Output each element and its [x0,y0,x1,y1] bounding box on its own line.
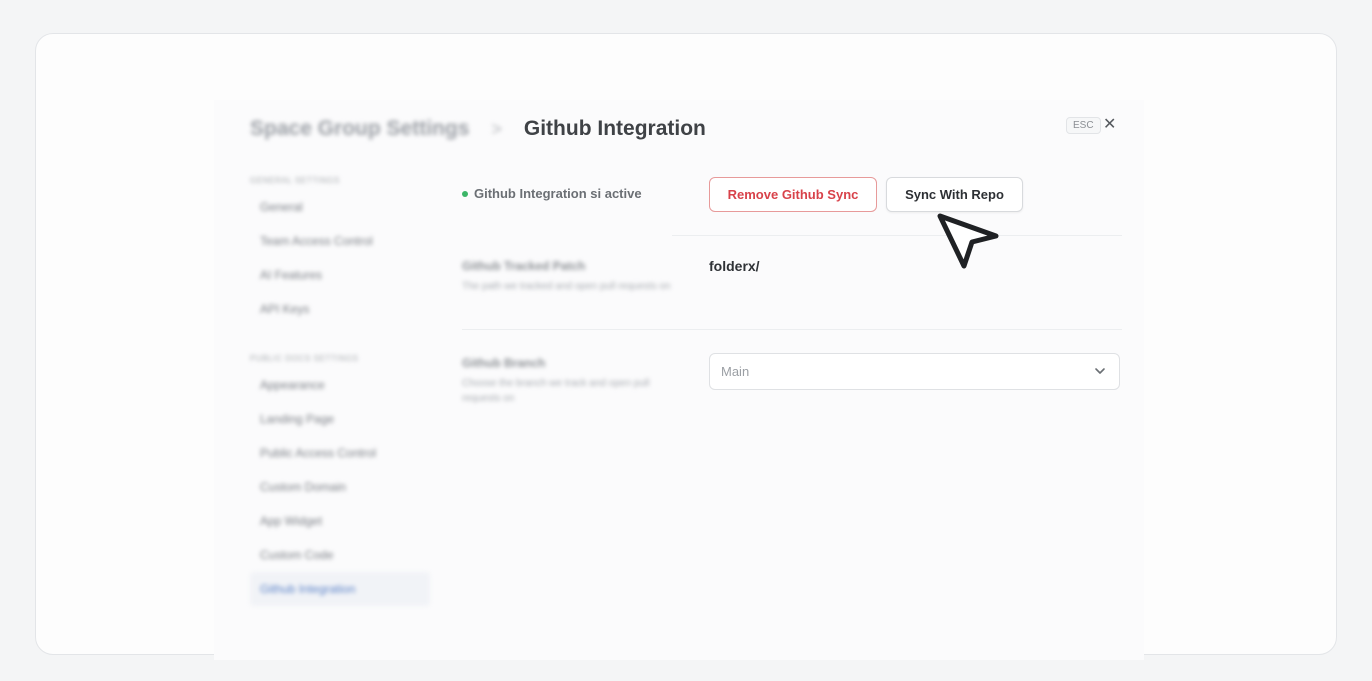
sidebar-item-custom-code[interactable]: Custom Code [250,538,430,572]
sidebar-item-ai-features[interactable]: AI Features [250,258,430,292]
integration-status: Github Integration si active [462,186,642,201]
sidebar-item-custom-domain[interactable]: Custom Domain [250,470,430,504]
sync-with-repo-button[interactable]: Sync With Repo [886,177,1023,212]
sidebar-heading-public-docs: PUBLIC DOCS SETTINGS [250,354,359,363]
sidebar-item-general[interactable]: General [250,190,430,224]
page-title: Github Integration [523,117,706,140]
chevron-down-icon [1095,368,1105,374]
sidebar-item-landing-page[interactable]: Landing Page [250,402,430,436]
esc-hint: ESC [1066,117,1101,134]
mouse-pointer-icon [937,213,999,269]
divider [672,235,1122,236]
breadcrumb-parent[interactable]: Space Group Settings [250,117,469,141]
sidebar-item-app-widget[interactable]: App Widget [250,504,430,538]
sidebar-item-team-access-control[interactable]: Team Access Control [250,224,430,258]
sidebar-item-api-keys[interactable]: API Keys [250,292,430,326]
branch-description: Choose the branch we track and open pull… [462,378,650,404]
sidebar-heading-general: GENERAL SETTINGS [250,176,340,185]
tracked-path-label: Github Tracked Patch [462,259,586,273]
close-icon[interactable]: ✕ [1103,114,1116,134]
branch-select[interactable]: Main [709,353,1120,390]
tracked-path-value: folderx/ [709,258,760,274]
remove-github-sync-button[interactable]: Remove Github Sync [709,177,877,212]
sidebar: GENERAL SETTINGS General Team Access Con… [250,176,430,606]
divider [462,329,1122,330]
branch-label: Github Branch [462,356,546,370]
sidebar-item-appearance[interactable]: Appearance [250,368,430,402]
tracked-path-description: The path we tracked and open pull reques… [462,281,671,292]
sidebar-item-github-integration[interactable]: Github Integration [250,572,430,606]
branch-select-value: Main [721,364,750,379]
breadcrumb: Space Group Settings > Github Integratio… [250,114,706,144]
status-text: Github Integration si active [474,186,642,201]
breadcrumb-separator: > [491,118,502,139]
sidebar-item-public-access-control[interactable]: Public Access Control [250,436,430,470]
status-dot-icon [462,190,468,197]
